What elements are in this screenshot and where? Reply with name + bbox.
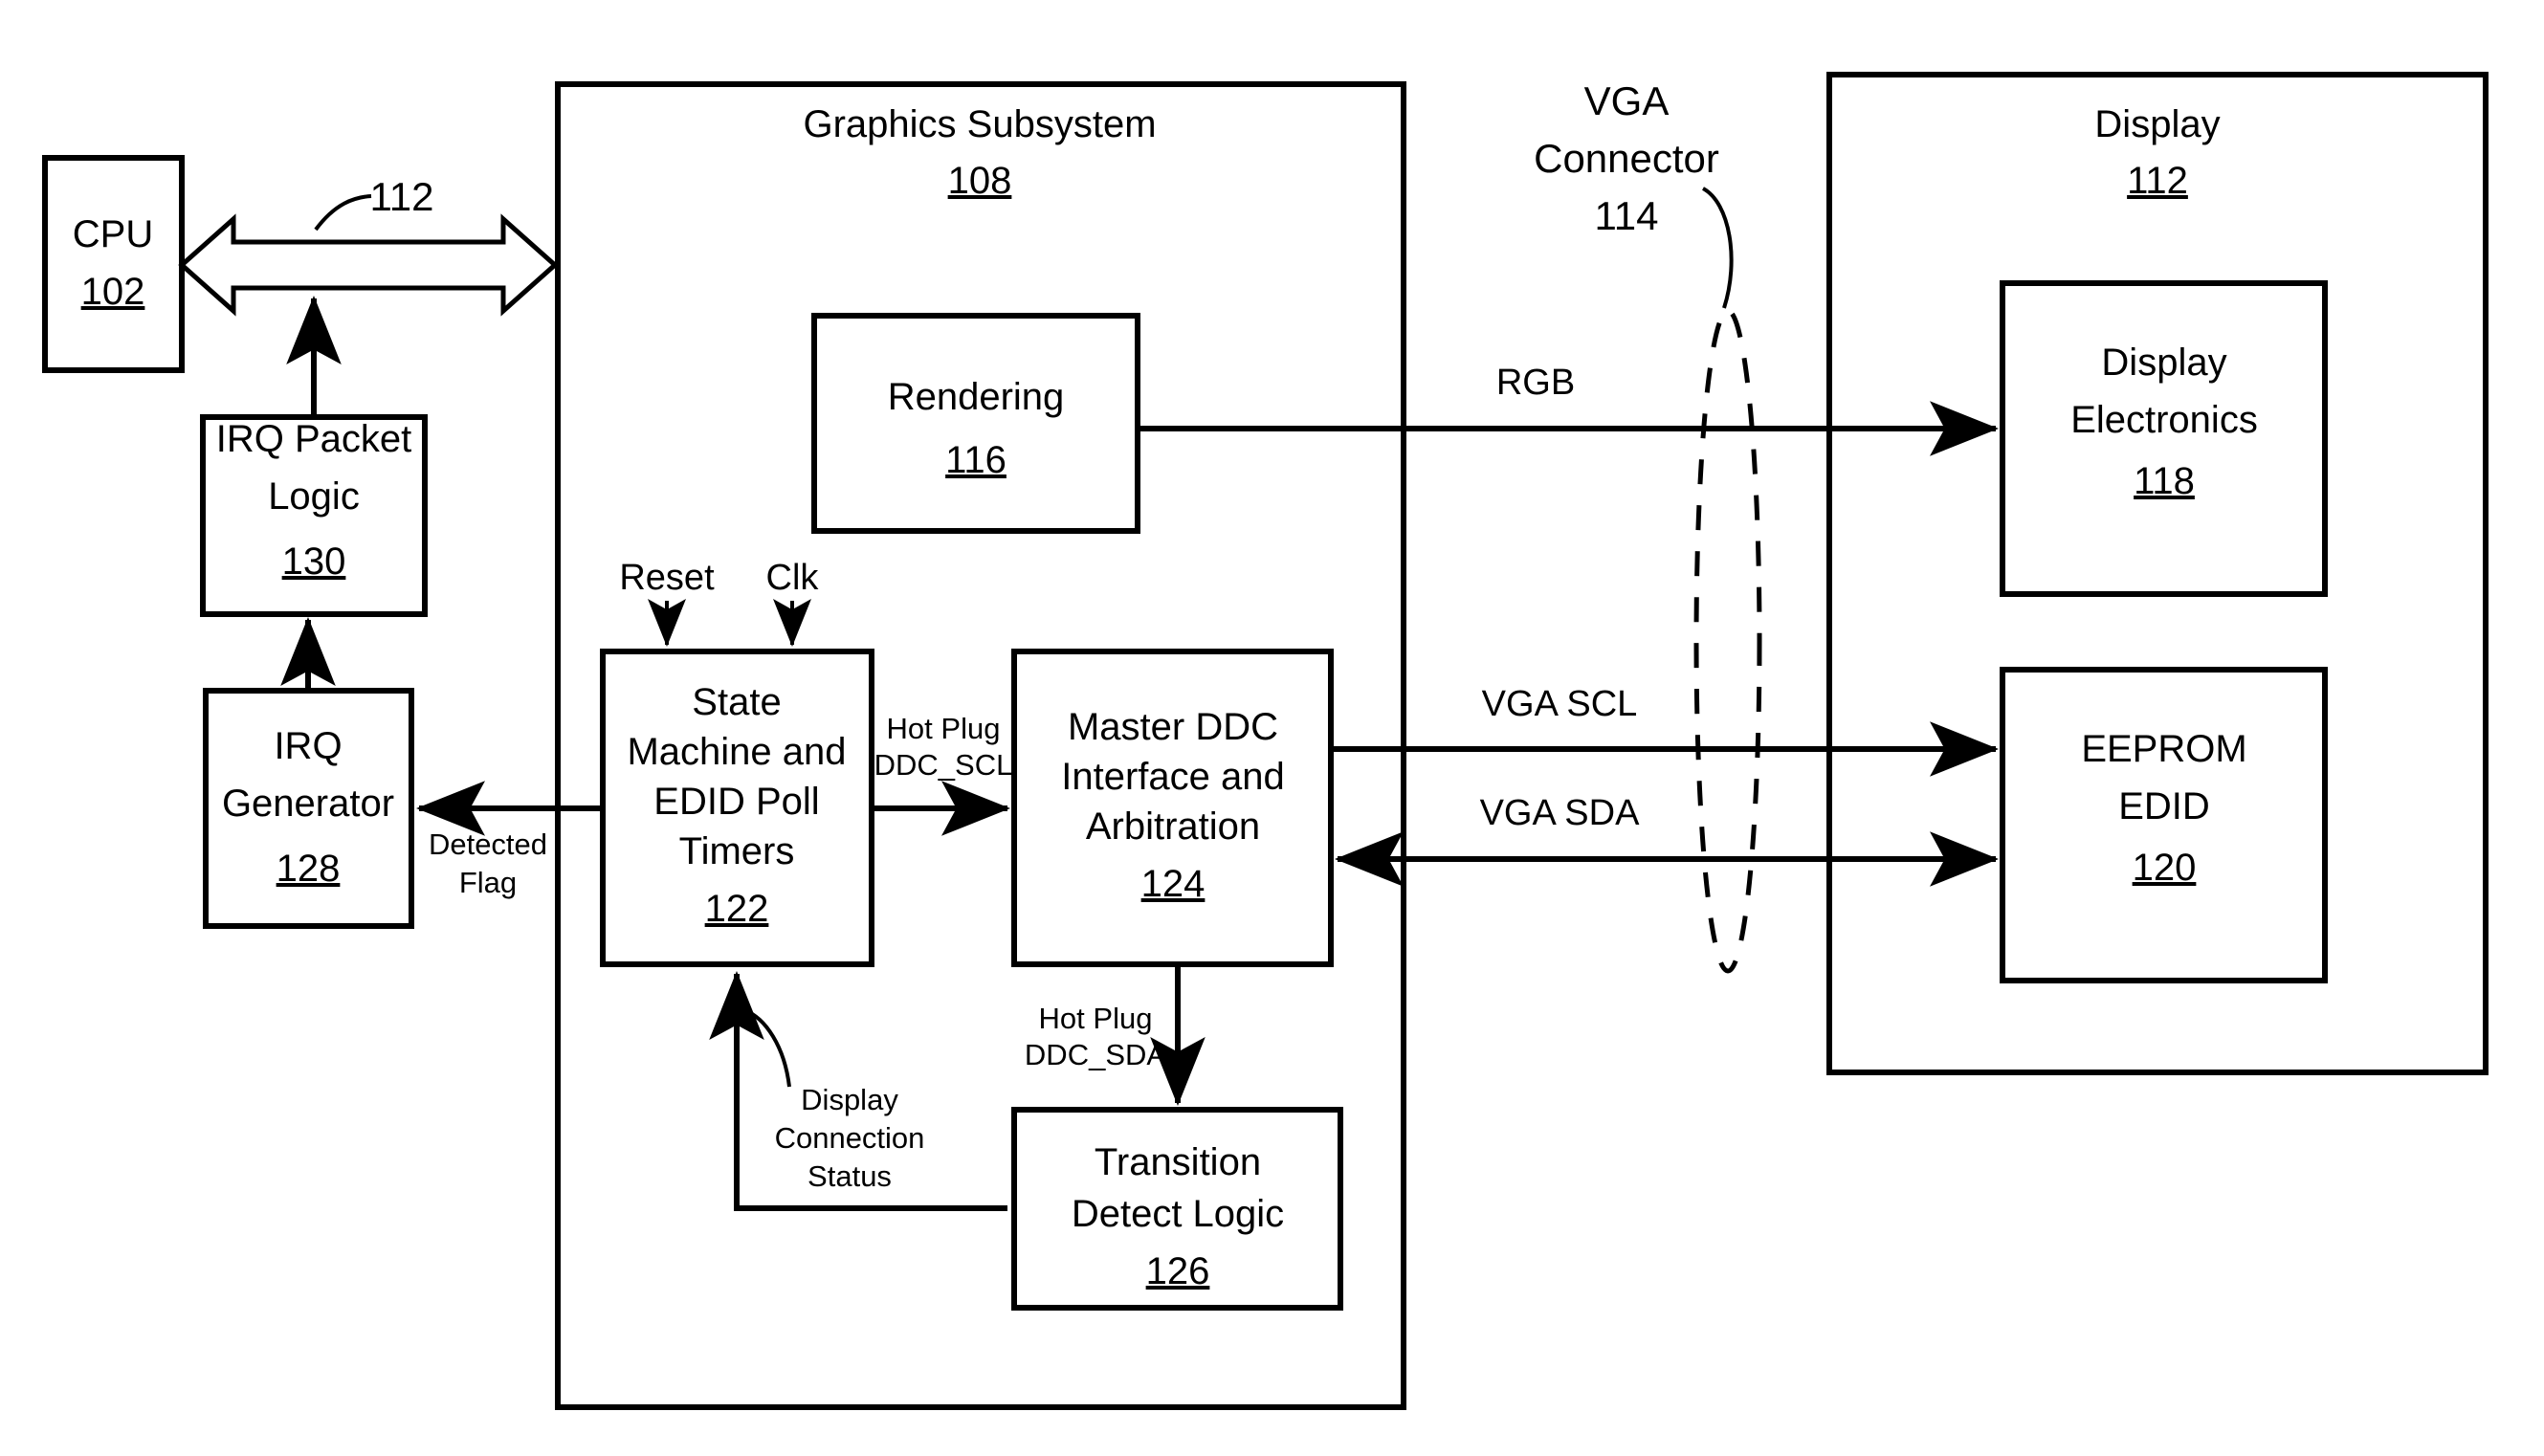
transition-detect-ref: 126 (1146, 1250, 1210, 1292)
state-machine-label-line2: Machine and (627, 731, 846, 773)
hot-plug-scl-label-line1: Hot Plug (887, 712, 1001, 745)
irq-generator-ref: 128 (277, 848, 341, 890)
bus-112-callout-label: 112 (370, 174, 434, 219)
state-machine-label-line4: Timers (679, 830, 795, 872)
rgb-label: RGB (1496, 363, 1575, 403)
bus-112-leader-line (314, 194, 372, 232)
display-connection-status-line1: Display (801, 1083, 898, 1116)
rendering-ref: 116 (945, 439, 1007, 481)
vga-scl-label: VGA SCL (1482, 684, 1638, 724)
hot-plug-scl-label-line2: DDC_SCL (874, 748, 1013, 782)
display-title: Display (2094, 103, 2220, 145)
vga-connector-label-line2: Connector (1534, 136, 1719, 181)
vga-sda-label: VGA SDA (1480, 793, 1640, 833)
eeprom-edid-label-line2: EDID (2118, 785, 2210, 827)
display-connection-status-line3: Status (807, 1159, 892, 1193)
block-diagram-canvas: Graphics Subsystem 108 Display 112 CPU 1… (42, 72, 2489, 1410)
hot-plug-sda-label-line1: Hot Plug (1039, 1002, 1153, 1035)
vga-connector-dashed-ellipse (1693, 308, 1762, 974)
irq-packet-logic-label-line1: IRQ Packet (216, 418, 412, 460)
master-ddc-label-line2: Interface and (1061, 756, 1285, 798)
irq-packet-logic-label-line2: Logic (268, 475, 360, 518)
irq-generator-label-line2: Generator (222, 783, 394, 825)
display-electronics-label-line1: Display (2101, 342, 2226, 384)
vga-connector-leader-line (1701, 187, 1734, 309)
reset-label: Reset (619, 558, 715, 598)
graphics-subsystem-title: Graphics Subsystem (803, 103, 1156, 145)
eeprom-edid-label-line1: EEPROM (2081, 728, 2246, 770)
irq-packet-logic-ref: 130 (282, 540, 346, 583)
master-ddc-label-line1: Master DDC (1068, 706, 1278, 748)
master-ddc-label-line3: Arbitration (1086, 805, 1260, 848)
state-machine-ref: 122 (705, 888, 769, 930)
display-electronics-ref: 118 (2134, 460, 2195, 502)
cpu-graphics-bus-arrow (178, 213, 559, 317)
transition-detect-label-line2: Detect Logic (1072, 1193, 1284, 1235)
display-container (1826, 72, 2489, 1075)
hot-plug-sda-label-line2: DDC_SDA (1025, 1038, 1166, 1071)
state-machine-label-line3: EDID Poll (653, 781, 819, 823)
cpu-block (42, 155, 185, 373)
transition-detect-label-line1: Transition (1095, 1141, 1261, 1183)
detected-flag-label-line1: Detected (429, 827, 547, 861)
clk-label: Clk (766, 558, 820, 598)
cpu-label: CPU (73, 213, 153, 255)
display-electronics-label-line2: Electronics (2070, 399, 2258, 441)
vga-connector-ref: 114 (1595, 193, 1659, 238)
eeprom-edid-ref: 120 (2133, 847, 2197, 889)
state-machine-label-line1: State (692, 681, 781, 723)
master-ddc-ref: 124 (1141, 863, 1206, 905)
cpu-ref: 102 (81, 271, 145, 313)
patent-figure: Graphics Subsystem 108 Display 112 CPU 1… (0, 0, 2544, 1456)
irq-generator-label-line1: IRQ (274, 725, 342, 767)
detected-flag-label-line2: Flag (459, 866, 517, 899)
vga-connector-label-line1: VGA (1584, 78, 1670, 123)
display-ref: 112 (2127, 160, 2188, 202)
graphics-subsystem-ref: 108 (948, 160, 1012, 202)
rendering-label: Rendering (888, 376, 1065, 418)
display-connection-status-line2: Connection (775, 1121, 925, 1155)
display-connection-status-leader (743, 1008, 791, 1088)
rendering-block (811, 313, 1140, 534)
